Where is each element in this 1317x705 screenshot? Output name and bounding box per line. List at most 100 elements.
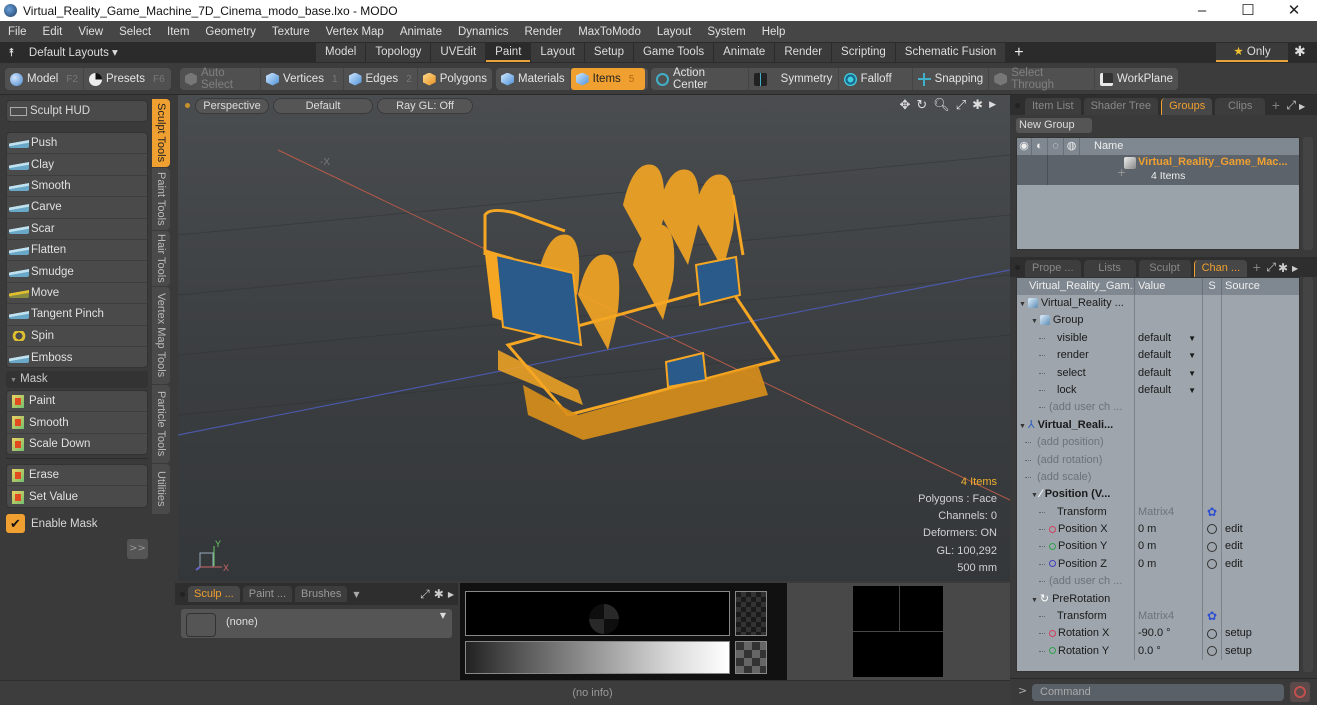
mask-tool-paint[interactable]: Paint bbox=[7, 391, 147, 413]
channel-row[interactable]: select default ▼ bbox=[1017, 364, 1299, 382]
channel-source-header[interactable]: Source bbox=[1222, 278, 1299, 295]
value-dropdown-icon[interactable]: ▼ bbox=[1188, 330, 1196, 347]
vertices-button[interactable]: Vertices 1 bbox=[261, 68, 344, 90]
tab-brushes[interactable]: Brushes bbox=[295, 586, 348, 602]
channel-value-header[interactable]: Value bbox=[1135, 278, 1203, 295]
tool-emboss[interactable]: Emboss bbox=[7, 347, 147, 368]
channel-row[interactable]: (add position) bbox=[1017, 434, 1299, 452]
channel-row[interactable]: ▼ Virtual_Reality ... bbox=[1017, 295, 1299, 313]
channel-row[interactable]: render default ▼ bbox=[1017, 347, 1299, 365]
tool-tangent-pinch[interactable]: Tangent Pinch bbox=[7, 304, 147, 326]
auto-select-button[interactable]: Auto Select bbox=[180, 67, 262, 91]
layout-tab-schematic-fusion[interactable]: Schematic Fusion bbox=[895, 43, 1006, 62]
tab-groups[interactable]: Groups bbox=[1161, 98, 1213, 115]
tab-sculpt-brushes[interactable]: Sculp ... bbox=[188, 586, 240, 602]
groups-scrollbar[interactable] bbox=[1303, 137, 1313, 250]
maximize-button[interactable]: ☐ bbox=[1225, 0, 1271, 21]
vtab-vertex-map-tools[interactable]: Vertex Map Tools bbox=[152, 287, 170, 384]
tab-item-list[interactable]: Item List bbox=[1025, 98, 1081, 115]
menu-geometry[interactable]: Geometry bbox=[197, 26, 264, 38]
tool-clay[interactable]: Clay bbox=[7, 154, 147, 176]
layout-tab-uvedit[interactable]: UVEdit bbox=[431, 43, 486, 62]
expand-triangle-icon[interactable]: ▼ bbox=[1031, 597, 1040, 604]
channel-row[interactable]: (add rotation) bbox=[1017, 451, 1299, 469]
channel-value-cell[interactable]: 0 m bbox=[1135, 521, 1203, 539]
brush-preset-selector[interactable]: (none) ▼ bbox=[180, 608, 453, 639]
workplane-button[interactable]: WorkPlane bbox=[1095, 68, 1178, 90]
layout-tab-game-tools[interactable]: Game Tools bbox=[633, 43, 714, 62]
channel-row[interactable]: (add user ch ... bbox=[1017, 399, 1299, 417]
menu-animate[interactable]: Animate bbox=[392, 26, 450, 38]
falloff-button[interactable]: Falloff bbox=[839, 68, 913, 90]
panel-settings-icon[interactable]: ✱ bbox=[1278, 261, 1288, 275]
lock-column-icon[interactable]: ◌ bbox=[1048, 138, 1064, 155]
channel-row[interactable]: ▼ ⁄ Position (V... bbox=[1017, 486, 1299, 504]
name-column-header[interactable]: Name bbox=[1080, 138, 1123, 155]
mask-tool-erase[interactable]: Erase bbox=[7, 465, 147, 487]
tab-channels[interactable]: Chan ... bbox=[1193, 260, 1248, 277]
mask-tool-set-value[interactable]: Set Value bbox=[7, 486, 147, 507]
record-button[interactable] bbox=[1290, 682, 1310, 702]
channel-value-cell[interactable]: Matrix4 bbox=[1135, 503, 1203, 522]
swatch-slot-3[interactable] bbox=[853, 632, 943, 677]
channel-state-cell[interactable]: ✿ bbox=[1203, 608, 1222, 626]
alpha-swatch-2[interactable] bbox=[735, 641, 767, 674]
maximize-panel-icon[interactable]: ⤢ bbox=[1266, 260, 1276, 275]
polygons-button[interactable]: Polygons bbox=[418, 68, 492, 90]
action-center-button[interactable]: Action Center bbox=[651, 67, 749, 91]
expand-triangle-icon[interactable]: ▼ bbox=[1019, 301, 1028, 308]
swatch-slot-2[interactable] bbox=[899, 586, 943, 631]
channel-name-header[interactable]: Virtual_Reality_Gam... bbox=[1017, 278, 1135, 295]
tool-spin[interactable]: Spin bbox=[7, 326, 147, 347]
tool-carve[interactable]: Carve bbox=[7, 197, 147, 219]
channel-value-cell[interactable]: default ▼ bbox=[1135, 329, 1203, 348]
channel-row[interactable]: Position X 0 m edit bbox=[1017, 521, 1299, 539]
select-column-icon[interactable]: ◍ bbox=[1064, 138, 1080, 155]
expand-button[interactable]: >> bbox=[127, 539, 148, 559]
channel-row[interactable]: Transform Matrix4 ✿ bbox=[1017, 503, 1299, 522]
model-mode-button[interactable]: Model F2 bbox=[5, 68, 84, 90]
presets-button[interactable]: Presets F6 bbox=[84, 68, 170, 90]
close-button[interactable]: ✕ bbox=[1271, 0, 1317, 21]
channel-row[interactable]: ▼ ↻ PreRotation bbox=[1017, 590, 1299, 609]
tab-properties[interactable]: Prope ... bbox=[1025, 260, 1081, 277]
channel-value-cell[interactable]: 0.0 ° bbox=[1135, 642, 1203, 661]
tab-clips[interactable]: Clips bbox=[1215, 98, 1266, 115]
channel-row[interactable]: ▼ Group bbox=[1017, 312, 1299, 330]
tab-shader-tree[interactable]: Shader Tree bbox=[1083, 98, 1159, 115]
layout-tab-setup[interactable]: Setup bbox=[584, 43, 633, 62]
channel-value-cell[interactable]: 0 m bbox=[1135, 538, 1203, 556]
panel-menu-icon[interactable] bbox=[180, 591, 185, 597]
value-dropdown-icon[interactable]: ▼ bbox=[1188, 347, 1196, 364]
tool-smudge[interactable]: Smudge bbox=[7, 261, 147, 283]
channel-value-cell[interactable]: Matrix4 bbox=[1135, 608, 1203, 626]
channel-row[interactable]: lock default ▼ bbox=[1017, 381, 1299, 400]
channel-value-cell[interactable]: default ▼ bbox=[1135, 364, 1203, 382]
channel-row[interactable]: Rotation Y 0.0 ° setup bbox=[1017, 642, 1299, 661]
vtab-paint-tools[interactable]: Paint Tools bbox=[152, 168, 170, 230]
channel-state-cell[interactable] bbox=[1203, 625, 1222, 643]
group-row[interactable]: + Virtual_Reality_Game_Mac... 4 Items bbox=[1017, 155, 1299, 185]
channel-value-cell[interactable]: 0 m bbox=[1135, 555, 1203, 574]
layout-tab-topology[interactable]: Topology bbox=[366, 43, 431, 62]
tool-move[interactable]: Move bbox=[7, 283, 147, 305]
viewport-settings-icon[interactable]: ✱ bbox=[972, 98, 983, 113]
viewport-menu-dot-icon[interactable] bbox=[185, 103, 190, 108]
view-mode-dropdown[interactable]: Perspective bbox=[195, 98, 269, 114]
pan-icon[interactable]: ✥ bbox=[899, 98, 910, 113]
channel-row[interactable]: Rotation X -90.0 ° setup bbox=[1017, 625, 1299, 643]
channel-row[interactable]: ▼ ⅄ Virtual_Reali... bbox=[1017, 416, 1299, 435]
layout-tab-paint[interactable]: Paint bbox=[486, 43, 531, 62]
channel-state-cell[interactable] bbox=[1203, 555, 1222, 574]
channel-value-cell[interactable]: default ▼ bbox=[1135, 381, 1203, 400]
panel-more-icon[interactable]: ▶ bbox=[1299, 102, 1305, 111]
layout-tab-animate[interactable]: Animate bbox=[714, 43, 775, 62]
menu-render[interactable]: Render bbox=[516, 26, 570, 38]
panel-menu-icon[interactable] bbox=[1015, 103, 1020, 108]
tabs-dropdown-icon[interactable]: ▼ bbox=[353, 590, 359, 599]
settings-gear-icon[interactable]: ✱ bbox=[1294, 43, 1306, 60]
layout-tab-scripting[interactable]: Scripting bbox=[832, 43, 895, 62]
menu-system[interactable]: System bbox=[699, 26, 753, 38]
tool-push[interactable]: Push bbox=[7, 133, 147, 155]
color-preview[interactable] bbox=[465, 591, 730, 636]
